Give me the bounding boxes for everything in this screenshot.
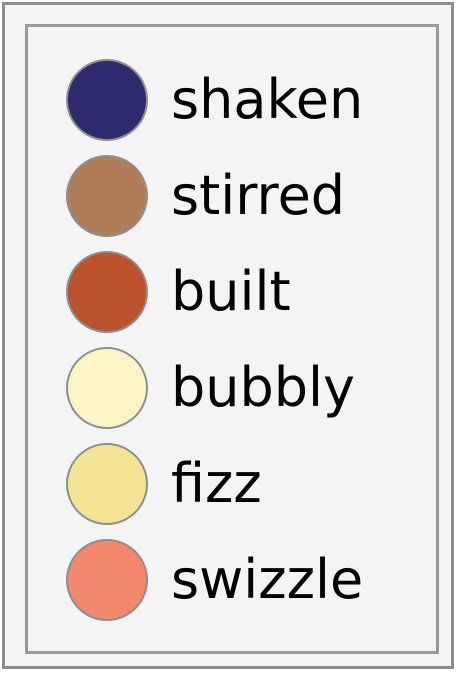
legend-swatch-fizz <box>66 443 148 525</box>
legend-swatch-shaken <box>66 59 148 141</box>
legend-label-bubbly: bubbly <box>171 356 356 419</box>
legend-swatch-stirred <box>66 155 148 237</box>
legend-label-stirred: stirred <box>171 164 346 227</box>
legend-swatch-built <box>66 251 148 333</box>
legend-label-built: built <box>171 260 291 323</box>
legend-panel: shaken stirred built bubbly fizz swizzle <box>2 2 454 669</box>
legend-item-stirred: stirred <box>66 153 345 239</box>
legend-swatch-swizzle <box>66 539 148 621</box>
legend-label-swizzle: swizzle <box>171 548 364 611</box>
legend-swatch-bubbly <box>66 347 148 429</box>
legend-item-swizzle: swizzle <box>66 537 363 623</box>
legend-item-bubbly: bubbly <box>66 345 355 431</box>
legend-item-shaken: shaken <box>66 57 363 143</box>
legend-item-fizz: fizz <box>66 441 262 527</box>
legend-label-fizz: fizz <box>171 452 262 515</box>
legend-item-built: built <box>66 249 291 335</box>
legend-box: shaken stirred built bubbly fizz swizzle <box>25 24 439 654</box>
legend-label-shaken: shaken <box>171 68 364 131</box>
